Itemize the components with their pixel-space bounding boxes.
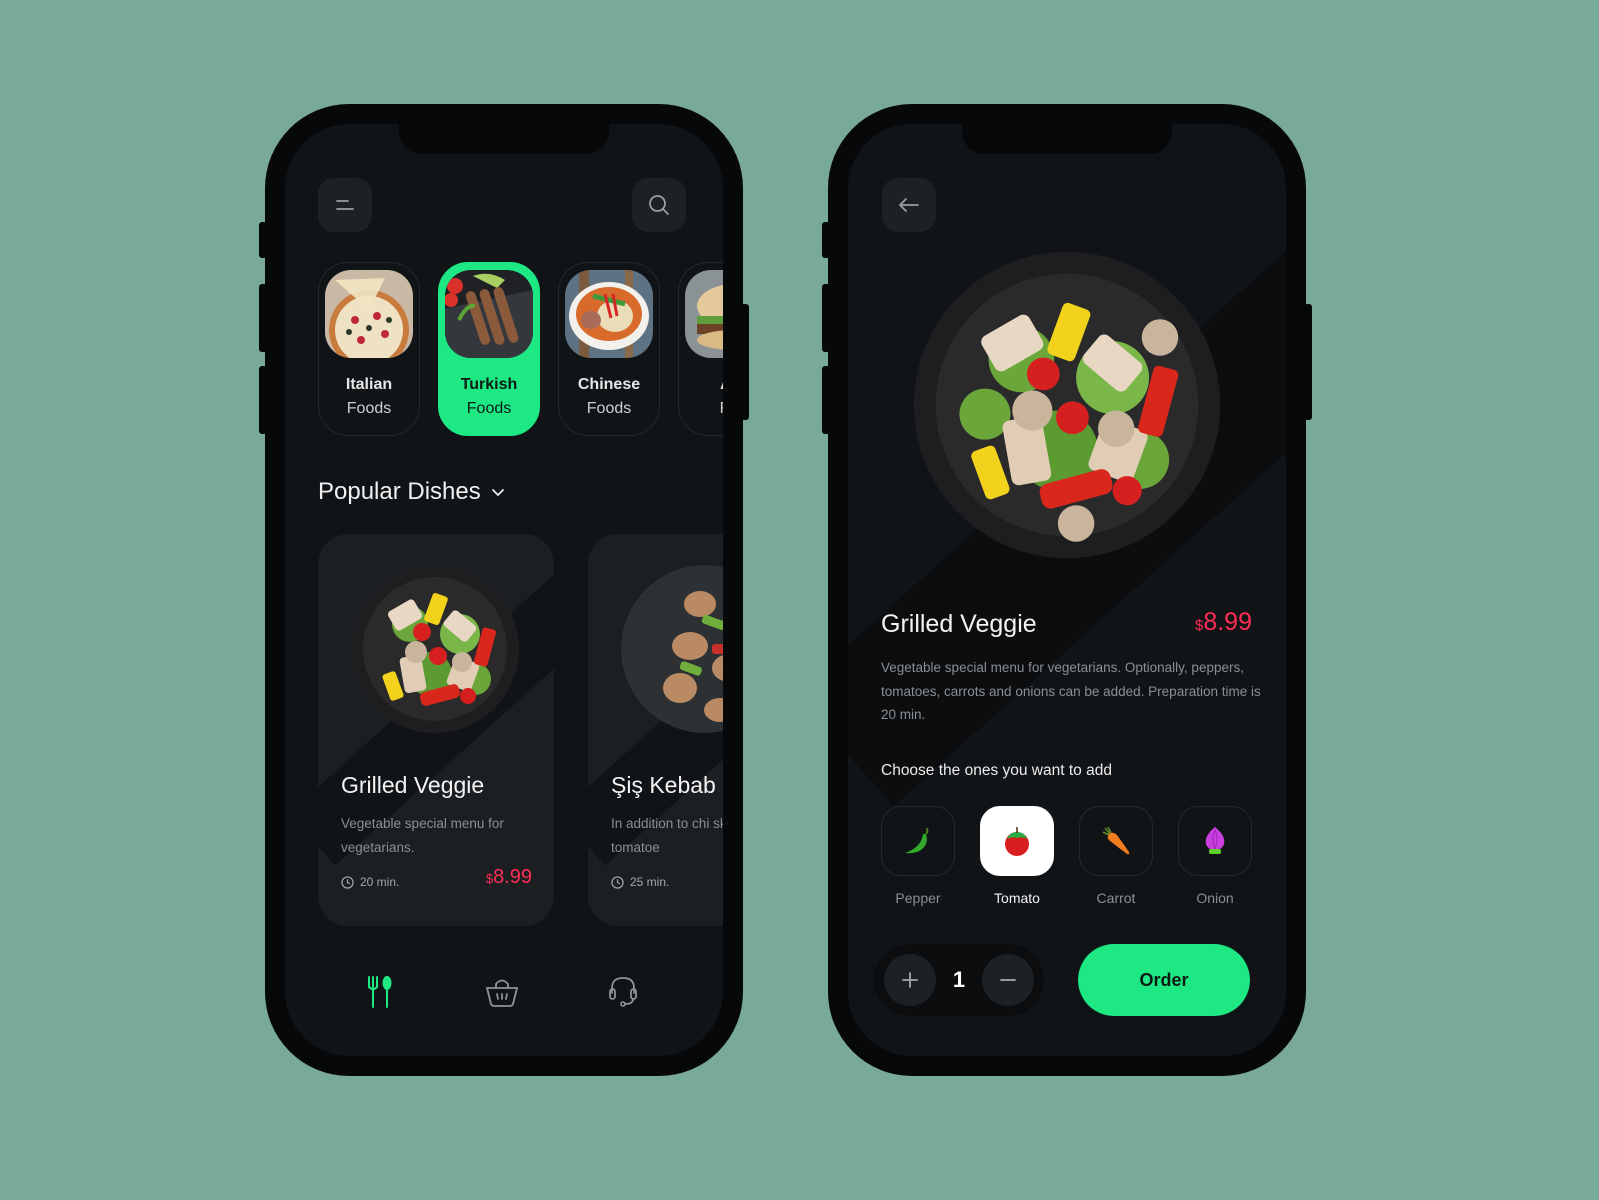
headset-icon: [609, 977, 637, 1007]
nav-basket[interactable]: [482, 972, 522, 1012]
detail-title: Grilled Veggie: [881, 610, 1037, 638]
phone-side-button: [822, 366, 830, 434]
increase-button[interactable]: [884, 954, 936, 1006]
category-list: Italian Foods Turkish Foods Chinese Food…: [318, 262, 723, 436]
dish-description: In addition to chi skewers, tomatoe: [611, 816, 723, 855]
clock-icon: [341, 875, 354, 889]
category-sublabel: Foods: [346, 400, 392, 417]
category-sublabel: Foods: [466, 400, 512, 417]
dish-time: 25 min.: [611, 875, 669, 889]
currency-symbol: $: [485, 871, 494, 886]
quantity-value: 1: [952, 967, 966, 992]
grilled-veggie-hero-image: [913, 251, 1221, 559]
dish-time: 20 min.: [341, 875, 399, 889]
detail-screen: Grilled Veggie $8.99 Vegetable special m…: [848, 124, 1286, 1056]
dish-name: Grilled Veggie: [341, 772, 485, 798]
category-label: Turkish: [460, 376, 518, 393]
phone-home: Italian Foods Turkish Foods Chinese Food…: [259, 104, 749, 1076]
notch: [962, 124, 1172, 154]
category-american[interactable]: Ar Fa: [678, 262, 723, 436]
detail-description: Vegetable special menu for vegetarians. …: [881, 660, 1261, 722]
nav-menu[interactable]: [360, 972, 400, 1012]
nav-support[interactable]: [603, 972, 643, 1012]
back-button[interactable]: [882, 178, 936, 232]
pizza-image: [325, 270, 413, 358]
plus-icon: [902, 972, 918, 988]
kebab-image: [445, 270, 533, 358]
dish-price: $8.99: [486, 866, 532, 889]
dish-card[interactable]: Şiş Kebab In addition to chi skewers, to…: [588, 534, 723, 926]
category-turkish[interactable]: Turkish Foods: [438, 262, 540, 436]
dish-time-text: 25 min.: [630, 875, 670, 889]
ingredient-onion[interactable]: Onion: [1178, 806, 1252, 906]
dish-description: Vegetable special menu for vegetarians.: [341, 816, 504, 855]
ingredient-label: Pepper: [895, 890, 941, 906]
quantity-stepper: 1: [874, 944, 1044, 1016]
chevron-down-icon: [491, 489, 504, 497]
phone-side-button: [822, 222, 830, 258]
detail-price-value: 8.99: [1203, 608, 1252, 636]
dish-card[interactable]: Grilled Veggie Vegetable special menu fo…: [318, 534, 554, 926]
clock-icon: [611, 875, 624, 889]
burger-image: [685, 270, 723, 358]
phone-side-button: [259, 222, 267, 258]
search-icon: [649, 195, 669, 215]
ingredient-box: [881, 806, 955, 876]
category-label: Chinese: [577, 376, 641, 393]
search-button[interactable]: [632, 178, 686, 232]
onion-icon: [1205, 827, 1225, 854]
ingredient-box: [980, 806, 1054, 876]
phone-side-button: [259, 284, 267, 352]
category-chinese[interactable]: Chinese Foods: [558, 262, 660, 436]
grilled-veggie-image: [351, 565, 519, 733]
popular-dishes-dropdown[interactable]: Popular Dishes: [318, 478, 505, 506]
sis-kebab-image: [621, 565, 723, 733]
minus-icon: [1000, 979, 1016, 981]
menu-icon: [336, 200, 354, 210]
ingredient-carrot[interactable]: Carrot: [1079, 806, 1153, 906]
carrot-icon: [1102, 826, 1130, 855]
section-title: Popular Dishes: [318, 478, 481, 505]
ingredient-box: [1178, 806, 1252, 876]
category-label: Ar: [720, 376, 723, 394]
dish-name: Şiş Kebab: [611, 772, 716, 798]
category-italian[interactable]: Italian Foods: [318, 262, 420, 436]
ingredient-box: [1079, 806, 1153, 876]
category-label: Italian: [345, 376, 393, 393]
phone-side-button: [259, 366, 267, 434]
menu-button[interactable]: [318, 178, 372, 232]
bottom-nav: [340, 972, 663, 1012]
phone-detail: Grilled Veggie $8.99 Vegetable special m…: [822, 104, 1312, 1076]
ingredient-label: Onion: [1196, 890, 1234, 906]
order-button[interactable]: Order: [1078, 944, 1250, 1016]
ingredient-label: Carrot: [1096, 890, 1136, 906]
tomato-icon: [1005, 827, 1029, 856]
category-sublabel: Foods: [586, 400, 632, 417]
detail-price: $8.99: [1195, 608, 1252, 637]
home-screen: Italian Foods Turkish Foods Chinese Food…: [285, 124, 723, 1056]
category-sublabel: Fa: [720, 400, 723, 418]
pepper-icon: [905, 827, 929, 854]
ingredient-list: Pepper Tomato Carrot Onion: [881, 806, 1252, 906]
fork-spoon-icon: [368, 976, 392, 1008]
dish-price-value: 8.99: [493, 866, 532, 888]
decrease-button[interactable]: [982, 954, 1034, 1006]
notch: [399, 124, 609, 154]
choose-title: Choose the ones you want to add: [881, 762, 1112, 779]
noodle-bowl-image: [565, 270, 653, 358]
ingredient-tomato[interactable]: Tomato: [980, 806, 1054, 906]
phone-side-button: [1304, 304, 1312, 420]
basket-icon: [485, 979, 518, 1007]
ingredient-pepper[interactable]: Pepper: [881, 806, 955, 906]
dish-time-text: 20 min.: [360, 875, 400, 889]
ingredient-label: Tomato: [994, 890, 1040, 906]
phone-side-button: [822, 284, 830, 352]
phone-side-button: [741, 304, 749, 420]
back-arrow-icon: [899, 198, 919, 212]
